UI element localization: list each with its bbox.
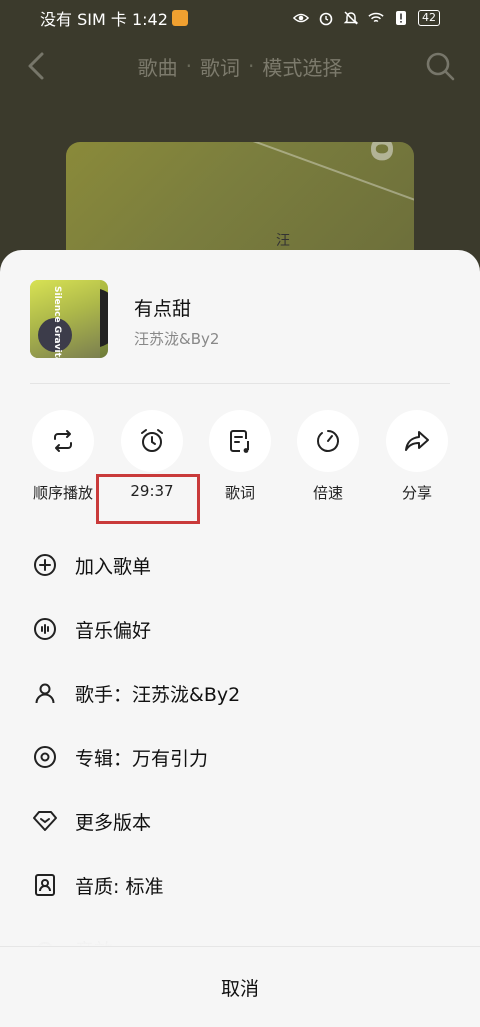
- player-top-bar: 歌曲 · 歌词 · 模式选择: [0, 42, 480, 90]
- carrier-time: 没有 SIM 卡 1:42: [40, 10, 168, 29]
- mute-icon: [343, 10, 359, 26]
- playback-speed-circle: [297, 410, 359, 472]
- sleep-timer-circle: [121, 410, 183, 472]
- lyrics-icon: [230, 430, 249, 453]
- playback-speed-button[interactable]: 倍速: [283, 410, 373, 503]
- singer-item[interactable]: 歌手：汪苏泷&By2: [0, 661, 480, 725]
- add-to-playlist-label: 加入歌单: [75, 555, 152, 578]
- album-item[interactable]: 专辑：万有引力: [0, 725, 480, 789]
- lyrics-label: 歌词: [224, 484, 255, 502]
- cancel-bar: 取消: [0, 946, 480, 1027]
- cover-text: Sile Gro: [362, 142, 406, 162]
- music-preference-label: 音乐偏好: [75, 619, 152, 642]
- tab-separator: ·: [248, 54, 255, 78]
- singer-label: 歌手：汪苏泷&By2: [75, 683, 241, 706]
- diamond-icon: [32, 808, 58, 834]
- status-left: 没有 SIM 卡 1:42: [40, 6, 188, 30]
- cancel-button[interactable]: 取消: [221, 974, 259, 1001]
- speed-icon: [317, 430, 339, 452]
- scroll-fade: [0, 907, 480, 947]
- song-info: Silence Gravitation 有点甜 汪苏泷&By2: [30, 280, 450, 360]
- more-versions-item[interactable]: 更多版本: [0, 789, 480, 853]
- divider: [30, 383, 450, 384]
- play-order-label: 顺序播放: [32, 484, 93, 502]
- song-title: 有点甜: [134, 298, 192, 320]
- song-artist: 汪苏泷&By2: [134, 330, 220, 348]
- alarm-clock-icon: [141, 429, 163, 452]
- timer-highlight-box: [96, 474, 200, 524]
- quality-icon: [32, 872, 58, 898]
- lyrics-circle: [209, 410, 271, 472]
- album-cover-text: Silence Gravitation: [52, 286, 62, 358]
- share-label: 分享: [401, 484, 432, 502]
- repeat-icon: [54, 430, 72, 452]
- more-versions-label: 更多版本: [75, 811, 152, 834]
- battery-indicator: 42: [418, 10, 440, 26]
- album-label: 专辑：万有引力: [75, 747, 209, 770]
- playback-speed-label: 倍速: [312, 484, 343, 502]
- lyrics-button[interactable]: 歌词: [195, 410, 285, 503]
- player-tabs: 歌曲 · 歌词 · 模式选择: [0, 42, 480, 90]
- app-notification-icon: [171, 10, 188, 26]
- search-icon[interactable]: [422, 48, 458, 84]
- music-preference-item[interactable]: 音乐偏好: [0, 597, 480, 661]
- wifi-icon: [368, 10, 384, 26]
- share-icon: [405, 431, 429, 451]
- audio-quality-label: 音质: 标准: [75, 875, 164, 898]
- tab-separator: ·: [185, 54, 192, 78]
- play-order-circle: [32, 410, 94, 472]
- disc-icon: [32, 744, 58, 770]
- alarm-status-icon: [318, 10, 334, 26]
- share-circle: [386, 410, 448, 472]
- play-order-button[interactable]: 顺序播放: [18, 410, 108, 503]
- person-icon: [32, 680, 58, 706]
- status-right: 42: [293, 10, 440, 26]
- eye-icon: [293, 10, 309, 26]
- tab-lyrics[interactable]: 歌词: [200, 52, 240, 81]
- cover-artist-char: 汪: [276, 233, 290, 249]
- add-circle-icon: [32, 552, 58, 578]
- status-bar: 没有 SIM 卡 1:42 42: [0, 0, 480, 36]
- waveform-icon: [32, 616, 58, 642]
- tab-song[interactable]: 歌曲: [138, 52, 178, 81]
- alert-icon: [393, 10, 409, 26]
- quick-actions: 顺序播放 29:37 歌词 倍速 分享: [0, 410, 480, 510]
- song-options-sheet: Silence Gravitation 有点甜 汪苏泷&By2 顺序播放 29:…: [0, 250, 480, 1027]
- add-to-playlist-item[interactable]: 加入歌单: [0, 533, 480, 597]
- tab-mode-select[interactable]: 模式选择: [262, 52, 342, 81]
- album-art: Silence Gravitation: [30, 280, 108, 358]
- share-button[interactable]: 分享: [372, 410, 462, 503]
